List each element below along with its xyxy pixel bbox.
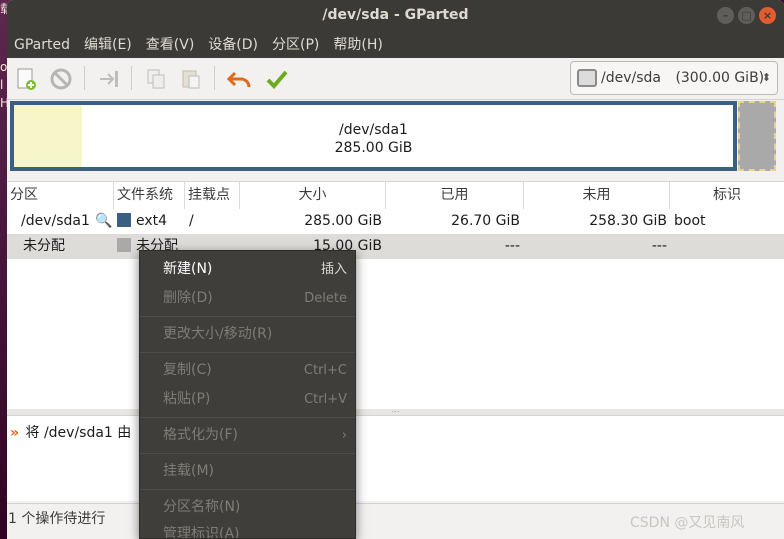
menu-item-label: 管理标识(A) [163, 526, 240, 539]
updown-arrow-icon: ⬍ [761, 71, 771, 84]
menu-separator [140, 489, 355, 490]
table-row[interactable]: /dev/sda1 🔍 ext4 / 285.00 GiB 26.70 GiB … [7, 209, 784, 234]
header-unused[interactable]: 未用 [524, 182, 670, 209]
menu-item-manage-flags[interactable]: 管理标识(A) [140, 520, 355, 539]
undo-icon[interactable] [226, 65, 254, 93]
filesystem-label: ext4 [136, 213, 168, 229]
table-row[interactable]: 未分配 未分配 15.00 GiB --- --- [7, 234, 784, 259]
operation-text: 将 /dev/sda1 由 [25, 425, 132, 441]
cell-used: --- [504, 238, 520, 254]
move-operation-icon: » [10, 425, 20, 441]
diskmap-partition: /dev/sda1 [339, 122, 408, 138]
toolbar-separator [84, 66, 85, 90]
menu-item-shortcut: Delete [304, 291, 347, 306]
menu-view[interactable]: 查看(V) [139, 31, 202, 58]
pending-operations-panel: » 将 /dev/sda1 由 [7, 415, 784, 501]
menu-item-label: 删除(D) [163, 290, 213, 306]
header-mountpoint[interactable]: 挂载点 [185, 182, 240, 209]
title-bar[interactable]: /dev/sda - GParted – □ × [7, 0, 784, 31]
header-partition[interactable]: 分区 [7, 182, 114, 209]
header-size[interactable]: 大小 [240, 182, 386, 209]
disk-partition-map[interactable]: /dev/sda1 285.00 GiB [10, 101, 737, 171]
window-controls: – □ × [717, 7, 776, 24]
menu-item-shortcut: Ctrl+V [304, 392, 347, 407]
context-menu: 新建(N) 插入 删除(D) Delete 更改大小/移动(R) 复制(C) Ctrl… [139, 250, 356, 539]
menu-item-format[interactable]: 格式化为(F) › [140, 421, 355, 450]
minimize-button[interactable]: – [717, 7, 734, 24]
toolbar: /dev/sda (300.00 GiB) ⬍ [7, 58, 784, 100]
new-partition-icon[interactable] [12, 65, 40, 93]
resize-move-icon[interactable] [95, 65, 123, 93]
menu-item-label: 粘贴(P) [163, 391, 211, 407]
menu-item-shortcut: Ctrl+C [303, 363, 347, 378]
menu-item-new[interactable]: 新建(N) 插入 [140, 255, 355, 284]
device-size: (300.00 GiB) [675, 70, 765, 86]
menu-item-label: 更改大小/移动(R) [163, 326, 273, 342]
menu-device[interactable]: 设备(D) [201, 31, 265, 58]
diskmap-size: 285.00 GiB [334, 140, 413, 156]
menu-partition[interactable]: 分区(P) [265, 31, 326, 58]
menu-bar: GParted 编辑(E) 查看(V) 设备(D) 分区(P) 帮助(H) [7, 31, 784, 58]
paste-icon[interactable] [177, 65, 205, 93]
cell-size: 285.00 GiB [304, 213, 382, 229]
menu-item-label: 复制(C) [163, 362, 212, 378]
toolbar-separator [131, 66, 132, 90]
menu-separator [140, 316, 355, 317]
menu-item-paste[interactable]: 粘贴(P) Ctrl+V [140, 385, 355, 414]
status-text: 1 个操作待进行 [8, 511, 106, 527]
menu-edit[interactable]: 编辑(E) [77, 31, 139, 58]
side-glyph: 载 [0, 2, 7, 16]
cell-used: 26.70 GiB [451, 213, 520, 229]
cell-unused: 258.30 GiB [589, 213, 667, 229]
menu-item-partition-name[interactable]: 分区名称(N) [140, 493, 355, 522]
menu-item-copy[interactable]: 复制(C) Ctrl+C [140, 356, 355, 385]
header-used[interactable]: 已用 [386, 182, 524, 209]
menu-item-label: 格式化为(F) [163, 427, 238, 443]
cell-partition: 未分配 [23, 238, 65, 254]
side-glyph: l [0, 78, 4, 92]
menu-item-label: 挂载(M) [163, 463, 215, 479]
menu-item-shortcut: 插入 [320, 262, 347, 277]
diskmap-label: /dev/sda1 285.00 GiB [14, 121, 733, 157]
filesystem-swatch [117, 213, 131, 227]
menu-separator [140, 453, 355, 454]
unallocated-block[interactable] [738, 101, 776, 171]
submenu-arrow-icon: › [341, 428, 347, 443]
device-selector[interactable]: /dev/sda (300.00 GiB) ⬍ [570, 61, 778, 95]
side-glyph: H [0, 96, 7, 110]
partition-table: 分区 文件系统 挂载点 大小 已用 未用 标识 /dev/sda1 🔍 ext4… [7, 181, 784, 409]
cell-unused: --- [651, 238, 667, 254]
menu-item-label: 分区名称(N) [163, 499, 241, 515]
menu-item-delete[interactable]: 删除(D) Delete [140, 284, 355, 313]
watermark-text: CSDN @又见南风 [630, 515, 745, 531]
cell-flags [674, 234, 774, 259]
operation-row[interactable]: » 将 /dev/sda1 由 [10, 421, 131, 445]
copy-icon[interactable] [142, 65, 170, 93]
toolbar-separator [214, 66, 215, 90]
menu-help[interactable]: 帮助(H) [326, 31, 389, 58]
window-title: /dev/sda - GParted [322, 7, 469, 23]
menu-gparted[interactable]: GParted [7, 31, 77, 58]
delete-icon[interactable] [47, 65, 75, 93]
cell-flags: boot [674, 213, 706, 229]
apply-icon[interactable] [263, 65, 291, 93]
menu-separator [140, 352, 355, 353]
menu-item-label: 新建(N) [163, 261, 213, 277]
cell-filesystem: ext4 [117, 209, 185, 234]
device-name: /dev/sda [601, 70, 661, 86]
close-button[interactable]: × [759, 7, 776, 24]
key-icon: 🔍 [95, 213, 113, 229]
harddisk-icon [577, 69, 597, 87]
menu-item-mount[interactable]: 挂载(M) [140, 457, 355, 486]
header-flags[interactable]: 标识 [670, 182, 784, 209]
filesystem-swatch [117, 238, 131, 252]
gparted-window: /dev/sda - GParted – □ × GParted 编辑(E) 查… [7, 0, 784, 539]
menu-separator [140, 417, 355, 418]
desktop-side-text: 载 o l H [0, 0, 7, 120]
menu-item-resize-move[interactable]: 更改大小/移动(R) [140, 320, 355, 349]
maximize-button[interactable]: □ [738, 7, 755, 24]
cell-mountpoint: / [189, 213, 194, 229]
side-glyph: o [0, 60, 7, 74]
header-filesystem[interactable]: 文件系统 [114, 182, 185, 209]
